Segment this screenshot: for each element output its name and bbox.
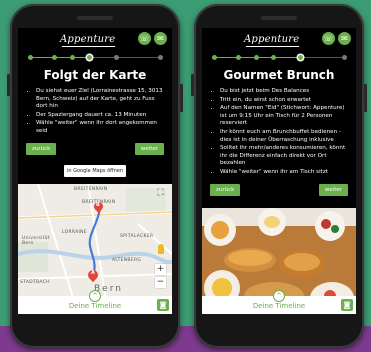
instruction-item: Solltet ihr mehr/anderes konsumieren, kö… [220, 145, 350, 168]
phone-frame-right: Appenture ☏ ✉ Gourmet Brunch Du bist jet… [191, 4, 367, 348]
zoom-in-button[interactable]: + [155, 264, 166, 275]
app-header: Appenture ☏ ✉ [18, 28, 172, 52]
progress-dot [157, 55, 163, 60]
camera-icon[interactable]: ◙ [341, 299, 353, 311]
chat-icon[interactable]: ✉ [338, 32, 351, 45]
phone-speaker [261, 16, 297, 20]
power-button [180, 84, 183, 112]
instruction-item: Wähle "weiter" wenn ihr am Tisch sitzt [220, 169, 350, 177]
instruction-item: Wähle "weiter" wenn ihr dort angekommen … [36, 120, 166, 135]
volume-button [7, 74, 10, 96]
phone-icon[interactable]: ☏ [138, 32, 151, 45]
phone-icon[interactable]: ☏ [322, 32, 335, 45]
instruction-item: Der Spaziergang dauert ca. 13 Minuten [36, 112, 166, 120]
timeline-label: Deine Timeline [252, 302, 306, 310]
progress-dot [212, 55, 217, 60]
progress-dot [270, 55, 276, 60]
camera-icon[interactable]: ◙ [157, 299, 169, 311]
app-header: Appenture ☏ ✉ [202, 28, 356, 52]
progress-dot [69, 55, 75, 60]
progress-dot [341, 55, 347, 60]
progress-dot [236, 55, 242, 60]
instruction-item: Tritt ein, du wirst schon erwartet [220, 97, 350, 105]
instruction-item: Ihr könnt euch am Brunchbuffet bedienen … [220, 129, 350, 144]
map-label: SPITALACKER [120, 234, 154, 239]
appenture-logo: Appenture [60, 34, 116, 47]
map-label: STADTBACH [20, 280, 50, 285]
instruction-item: Du siehst euer Ziel (Lorrainestrasse 15,… [36, 88, 166, 111]
map-label: LORRAINE [62, 230, 87, 235]
map-marker-a-label: A [91, 270, 95, 276]
progress-fill [28, 57, 87, 58]
screen-map-step: Appenture ☏ ✉ Folgt der Karte Du siehst … [18, 28, 172, 314]
map-label: BREITENRAIN [74, 187, 108, 192]
open-google-maps-button[interactable]: in Google Maps öffnen [64, 164, 126, 177]
progress-dot [28, 55, 33, 60]
instruction-item: Auf den Namen "Eid" (Stichwort: Appentur… [220, 105, 350, 128]
zoom-out-button[interactable]: − [155, 277, 166, 288]
nav-buttons: zurück weiter [210, 183, 348, 198]
timeline-label: Deine Timeline [68, 302, 122, 310]
appenture-logo: Appenture [244, 34, 300, 47]
instruction-list: Du siehst euer Ziel (Lorrainestrasse 15,… [18, 88, 172, 136]
timeline-bar[interactable]: ^ Deine Timeline ◙ [18, 290, 172, 314]
phone-frame-left: Appenture ☏ ✉ Folgt der Karte Du siehst … [7, 4, 183, 348]
step-progress [212, 52, 347, 64]
timeline-bar[interactable]: ^ Deine Timeline ◙ [202, 290, 356, 314]
progress-dot [253, 55, 259, 60]
next-button[interactable]: weiter [318, 183, 348, 196]
step-progress [28, 52, 163, 64]
next-button[interactable]: weiter [134, 142, 164, 155]
volume-button [191, 74, 194, 96]
map-label: ALTENBERG [112, 258, 142, 263]
map-marker-b-label: B [96, 202, 100, 208]
street-view-pegman-icon[interactable] [158, 244, 164, 254]
instruction-item: Du bist jetzt beim Des Balances [220, 88, 350, 96]
screen-brunch-step: Appenture ☏ ✉ Gourmet Brunch Du bist jet… [202, 28, 356, 314]
power-button [364, 84, 367, 112]
step-title: Gourmet Brunch [223, 68, 335, 82]
back-button[interactable]: zurück [26, 142, 57, 155]
progress-dot [113, 55, 119, 60]
map-view[interactable]: BREITENRAIN BREITENRAIN LORRAINE SPITALA… [18, 184, 172, 314]
chevron-up-icon[interactable]: ^ [89, 290, 101, 302]
phone-speaker [77, 16, 113, 20]
progress-dot-current [86, 55, 92, 60]
chat-icon[interactable]: ✉ [154, 32, 167, 45]
nav-buttons: zurück weiter [26, 142, 164, 157]
step-title: Folgt der Karte [43, 68, 147, 82]
map-label: Universität Bern [22, 236, 50, 246]
chevron-up-icon[interactable]: ^ [273, 290, 285, 302]
progress-dot [52, 55, 58, 60]
back-button[interactable]: zurück [210, 183, 241, 196]
fullscreen-icon[interactable]: ⛶ [155, 188, 166, 199]
instruction-list: Du bist jetzt beim Des Balances Tritt ei… [202, 88, 356, 177]
progress-dot-current [297, 55, 303, 60]
